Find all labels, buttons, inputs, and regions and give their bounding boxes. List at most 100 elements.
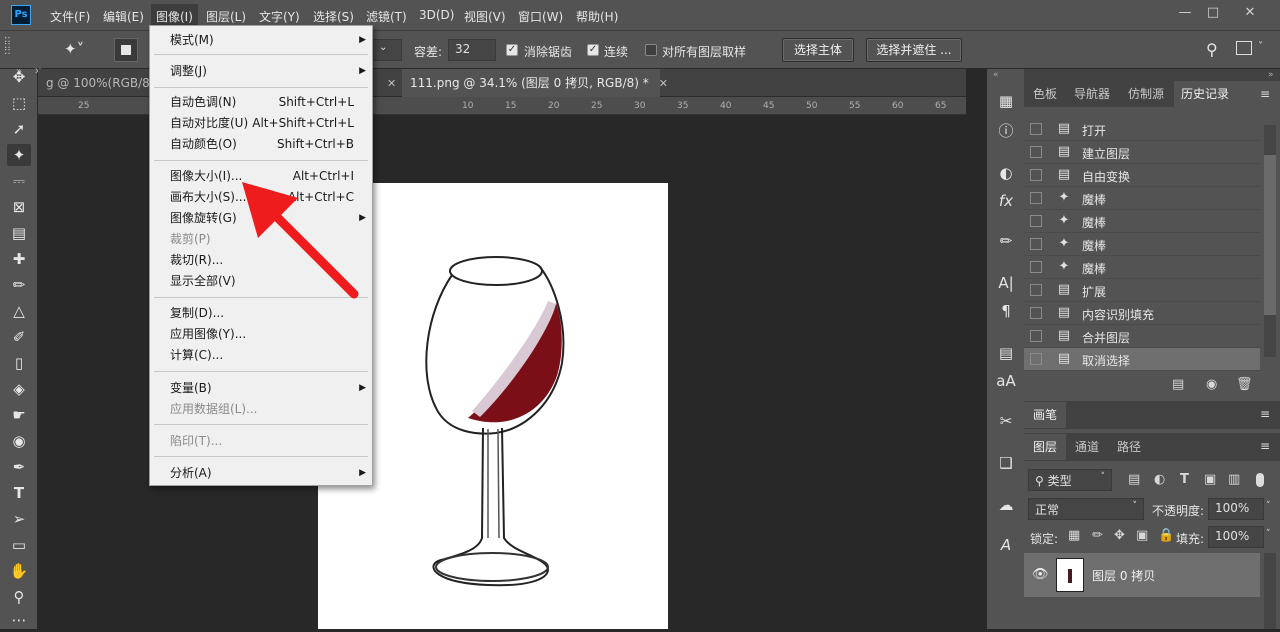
tab-clone-source[interactable]: 仿制源	[1118, 81, 1174, 107]
collapse-icon[interactable]: «	[993, 70, 999, 80]
chevron-down-icon[interactable]: ˅	[1266, 529, 1271, 539]
new-document-from-state-icon[interactable]: ▤	[1172, 377, 1184, 392]
panel-menu-icon[interactable]: ≡	[1260, 407, 1270, 421]
new-selection-icon[interactable]	[114, 38, 138, 62]
list-item[interactable]: ✦ 魔棒	[1024, 256, 1260, 279]
glyphs-icon[interactable]: aA	[994, 369, 1018, 393]
move-tool-icon[interactable]: ✥	[7, 66, 31, 88]
select-subject-button[interactable]: 选择主体	[782, 38, 854, 62]
tab-navigator[interactable]: 导航器	[1066, 81, 1118, 107]
list-item[interactable]: ✦ 魔棒	[1024, 187, 1260, 210]
history-brush-icon[interactable]: ✐	[7, 326, 31, 348]
list-item[interactable]: ▤ 内容识别填充	[1024, 302, 1260, 325]
workspace-icon[interactable]	[1236, 41, 1252, 55]
eraser-tool-icon[interactable]: ▯	[7, 352, 31, 374]
frame-tool-icon[interactable]: ⊠	[7, 196, 31, 218]
eye-icon[interactable]: 👁	[1032, 567, 1049, 582]
adjustments-icon[interactable]: ◐	[994, 161, 1018, 185]
tab-history[interactable]: 历史记录	[1174, 81, 1236, 107]
tab1-close-icon[interactable]: ✕	[387, 77, 396, 90]
lock-transparent-icon[interactable]: ▦	[1068, 528, 1080, 543]
menu-edit[interactable]: 编辑(E)	[103, 8, 144, 25]
magic-wand-preset-icon[interactable]: ✦˅	[64, 40, 84, 58]
lock-artboard-icon[interactable]: ▣	[1136, 528, 1148, 543]
list-item[interactable]: ▤ 取消选择	[1024, 348, 1260, 371]
menu-layer[interactable]: 图层(L)	[206, 8, 246, 25]
ruler-tool-icon[interactable]: ▤	[7, 222, 31, 244]
close-icon[interactable]: ✕	[1240, 3, 1260, 23]
filter-pixel-icon[interactable]: ▤	[1128, 472, 1140, 487]
menu-image[interactable]: 图像(I)	[151, 4, 198, 27]
menu-window[interactable]: 窗口(W)	[518, 8, 563, 25]
menu-mode[interactable]: 模式(M) ▶	[150, 30, 372, 51]
sample-all-layers-checkbox[interactable]	[645, 44, 657, 56]
lock-pixels-icon[interactable]: ✏	[1092, 528, 1103, 543]
marquee-tool-icon[interactable]: ⬚	[7, 92, 31, 114]
menu-3d[interactable]: 3D(D)	[419, 8, 454, 22]
filter-shape-icon[interactable]: ▣	[1204, 472, 1216, 487]
collapse-icon[interactable]: »	[1268, 70, 1274, 80]
menu-filter[interactable]: 滤镜(T)	[366, 8, 407, 25]
filter-toggle-icon[interactable]	[1256, 473, 1264, 487]
tab-channels[interactable]: 通道	[1066, 434, 1108, 460]
menu-analysis[interactable]: 分析(A) ▶	[150, 463, 372, 484]
menu-calculations[interactable]: 计算(C)...	[150, 345, 372, 366]
blend-mode-dropdown[interactable]: 正常 ˅	[1028, 498, 1144, 520]
lasso-tool-icon[interactable]: ➚	[7, 118, 31, 140]
list-item[interactable]: ▤ 自由变换	[1024, 164, 1260, 187]
menu-apply-image[interactable]: 应用图像(Y)...	[150, 324, 372, 345]
menu-adjustments[interactable]: 调整(J) ▶	[150, 61, 372, 82]
list-item[interactable]: ▤ 合并图层	[1024, 325, 1260, 348]
paragraph-icon[interactable]: ¶	[994, 299, 1018, 323]
lock-all-icon[interactable]: 🔒	[1158, 528, 1174, 543]
menu-auto-tone[interactable]: 自动色调(N) Shift+Ctrl+L	[150, 92, 372, 113]
panel-menu-icon[interactable]: ≡	[1260, 439, 1270, 453]
fill-input[interactable]: 100%	[1208, 526, 1264, 548]
layer-row[interactable]: 👁 图层 0 拷贝	[1024, 553, 1260, 597]
smudge-tool-icon[interactable]: ☛	[7, 404, 31, 426]
chevron-down-icon[interactable]: ˅	[1266, 501, 1271, 511]
layer-filter-dropdown[interactable]: ⚲ 类型 ˅	[1028, 469, 1112, 491]
pen-tool-icon[interactable]: ✒	[7, 456, 31, 478]
list-item[interactable]: ▤ 打开	[1024, 118, 1260, 141]
chevron-down-icon[interactable]: ˅	[1258, 41, 1263, 52]
filter-smart-object-icon[interactable]: ▥	[1228, 472, 1240, 487]
list-item[interactable]: ▤ 建立图层	[1024, 141, 1260, 164]
menu-file[interactable]: 文件(F)	[50, 8, 90, 25]
character-icon[interactable]: A|	[994, 271, 1018, 295]
list-item[interactable]: ▤ 扩展	[1024, 279, 1260, 302]
list-item[interactable]: ✦ 魔棒	[1024, 233, 1260, 256]
panel-menu-icon[interactable]: ≡	[1260, 87, 1270, 101]
3d-icon[interactable]: ▦	[994, 89, 1018, 113]
paths-icon[interactable]: ❑	[994, 451, 1018, 475]
crop-tool-icon[interactable]: ⎓	[7, 170, 31, 192]
filter-type-icon[interactable]: T	[1180, 472, 1189, 487]
dodge-tool-icon[interactable]: ◉	[7, 430, 31, 452]
menu-view[interactable]: 视图(V)	[464, 8, 506, 25]
healing-brush-icon[interactable]: ✚	[7, 248, 31, 270]
tab-paths[interactable]: 路径	[1108, 434, 1150, 460]
menu-auto-contrast[interactable]: 自动对比度(U) Alt+Shift+Ctrl+L	[150, 113, 372, 134]
restore-icon[interactable]: □	[1203, 3, 1223, 23]
menu-type[interactable]: 文字(Y)	[259, 8, 300, 25]
select-and-mask-button[interactable]: 选择并遮住 ...	[866, 38, 962, 62]
contiguous-checkbox[interactable]: ✓	[587, 44, 599, 56]
tab-swatches[interactable]: 色板	[1024, 81, 1066, 107]
tab2-close-icon[interactable]: ✕	[659, 77, 668, 90]
search-icon[interactable]: ⚲	[1206, 40, 1218, 59]
menu-select[interactable]: 选择(S)	[313, 8, 354, 25]
filter-adjustment-icon[interactable]: ◐	[1154, 472, 1165, 487]
menu-variables[interactable]: 变量(B) ▶	[150, 378, 372, 399]
minimize-icon[interactable]: —	[1175, 3, 1195, 23]
trash-icon[interactable]: 🗑	[1236, 377, 1253, 392]
zoom-tool-icon[interactable]: ⚲	[7, 586, 31, 608]
type-tool-icon[interactable]: T	[7, 482, 31, 504]
paint-bucket-icon[interactable]: ◈	[7, 378, 31, 400]
info-icon[interactable]: ⓘ	[994, 119, 1018, 143]
glyph-a-icon[interactable]: A	[994, 533, 1018, 557]
tolerance-input[interactable]: 32	[448, 39, 496, 61]
magic-wand-tool-icon[interactable]: ✦	[7, 144, 31, 166]
doc-tab-2[interactable]: 111.png @ 34.1% (图层 0 拷贝, RGB/8) * ✕	[402, 69, 668, 97]
history-scrollbar[interactable]	[1264, 125, 1276, 357]
path-selection-icon[interactable]: ➢	[7, 508, 31, 530]
